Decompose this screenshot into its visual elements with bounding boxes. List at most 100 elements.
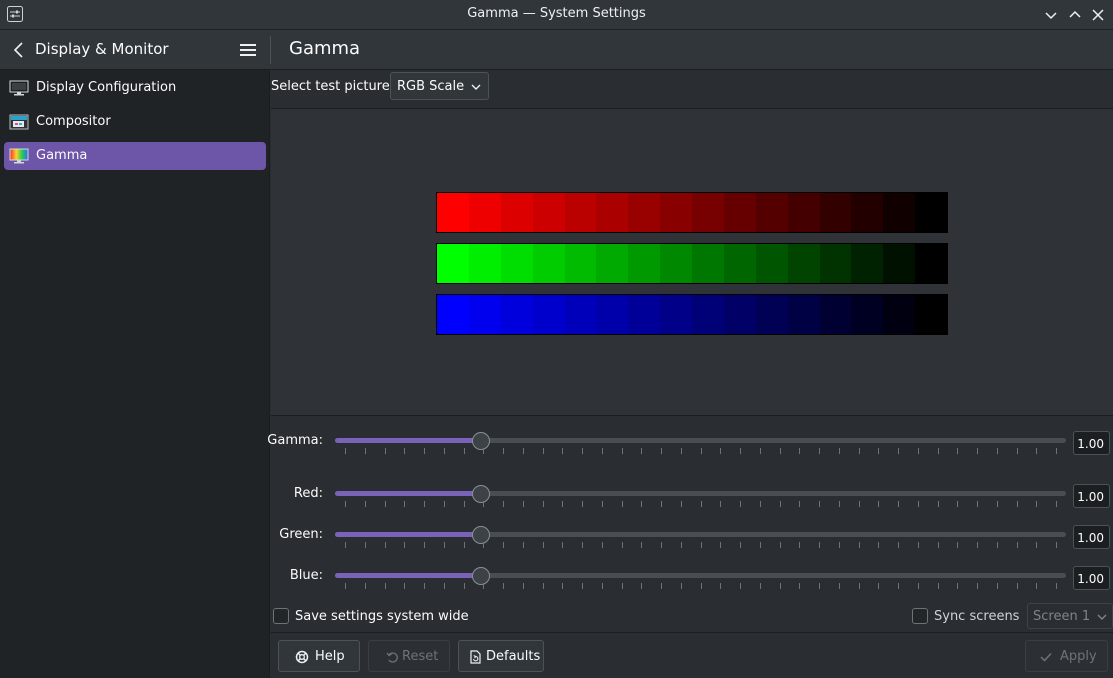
slider-tick — [543, 501, 544, 507]
defaults-button[interactable]: Defaults — [458, 640, 544, 672]
scale-swatch — [787, 295, 820, 334]
gamma-value-box[interactable]: 1.00 — [1073, 431, 1110, 455]
page-title: Gamma — [289, 38, 361, 59]
scale-swatch — [883, 244, 916, 283]
scale-swatch — [692, 244, 724, 283]
scale-swatch — [500, 193, 533, 232]
scale-swatch — [755, 193, 788, 232]
slider-tick — [720, 583, 721, 589]
slider-tick — [582, 583, 583, 589]
slider-tick — [404, 542, 405, 548]
slider-tick — [997, 542, 998, 548]
slider-tick — [582, 501, 583, 507]
blue-value: 1.00 — [1077, 572, 1104, 586]
slider-tick — [562, 501, 563, 507]
slider-tick — [661, 583, 662, 589]
slider-tick — [780, 583, 781, 589]
slider-tick — [1056, 448, 1057, 454]
slider-tick — [602, 448, 603, 454]
slider-tick — [760, 583, 761, 589]
document-revert-icon — [470, 650, 481, 664]
slider-tick — [1056, 501, 1057, 507]
blue-slider-ticks — [335, 581, 1066, 589]
sidebar-item-label: Gamma — [36, 148, 88, 163]
slider-tick — [523, 583, 524, 589]
slider-tick — [957, 448, 958, 454]
slider-tick — [780, 542, 781, 548]
scale-swatch — [755, 295, 788, 334]
red-scale-bar — [436, 192, 948, 233]
slider-tick — [503, 448, 504, 454]
scale-swatch — [915, 295, 947, 334]
slider-tick — [977, 448, 978, 454]
slider-tick — [622, 542, 623, 548]
sync-screens-checkbox[interactable] — [912, 608, 928, 624]
help-button[interactable]: Help — [278, 640, 360, 672]
slider-tick — [701, 448, 702, 454]
close-icon[interactable] — [1088, 5, 1108, 25]
slider-tick — [898, 501, 899, 507]
green-value-box[interactable]: 1.00 — [1073, 525, 1110, 549]
slider-tick — [839, 583, 840, 589]
blue-slider-label: Blue: — [289, 568, 323, 583]
slider-tick — [720, 501, 721, 507]
slider-tick — [799, 583, 800, 589]
slider-tick — [404, 448, 405, 454]
blue-slider-row: Blue: 1.00 — [271, 566, 1113, 596]
save-system-wide-checkbox[interactable] — [273, 608, 289, 624]
slider-tick — [799, 448, 800, 454]
scale-swatch — [819, 244, 852, 283]
scale-swatch — [532, 193, 565, 232]
help-button-label: Help — [315, 649, 345, 664]
slider-tick — [365, 501, 366, 507]
blue-value-box[interactable]: 1.00 — [1073, 566, 1110, 590]
back-arrow-icon[interactable] — [10, 40, 28, 60]
gamma-slider[interactable] — [335, 438, 1066, 443]
sidebar-item-display-configuration[interactable]: Display Configuration — [4, 74, 266, 102]
scale-swatch — [437, 244, 469, 283]
reset-button[interactable]: Reset — [368, 640, 450, 672]
save-system-wide-label[interactable]: Save settings system wide — [295, 609, 469, 624]
slider-tick — [385, 448, 386, 454]
minimize-icon[interactable] — [1041, 5, 1061, 25]
gamma-slider-row: Gamma: 1.00 — [267, 431, 1113, 461]
slider-tick — [977, 542, 978, 548]
help-lifebuoy-icon — [295, 650, 309, 664]
page-header: Display & Monitor Gamma — [0, 30, 1113, 70]
slider-tick — [957, 583, 958, 589]
slider-tick — [503, 542, 504, 548]
scale-swatch — [532, 295, 565, 334]
scale-swatch — [596, 295, 629, 334]
sync-screens-label[interactable]: Sync screens — [934, 609, 1019, 624]
slider-tick — [661, 448, 662, 454]
slider-tick — [385, 583, 386, 589]
red-slider-label: Red: — [293, 486, 323, 501]
slider-tick — [562, 542, 563, 548]
scale-swatch — [596, 244, 629, 283]
scale-swatch — [723, 193, 756, 232]
hamburger-menu-icon[interactable] — [238, 41, 258, 59]
apply-button[interactable]: Apply — [1025, 640, 1108, 672]
slider-tick — [839, 501, 840, 507]
button-bar: Help Reset Defaults Apply — [271, 632, 1113, 678]
sidebar-item-gamma[interactable]: Gamma — [4, 142, 266, 170]
blue-scale-bar — [436, 294, 948, 335]
sidebar-item-compositor[interactable]: Compositor — [4, 108, 266, 136]
screen-select[interactable]: Screen 1 — [1027, 603, 1113, 629]
slider-tick — [878, 542, 879, 548]
scale-swatch — [468, 193, 501, 232]
blue-slider[interactable] — [335, 573, 1066, 578]
slider-tick — [799, 542, 800, 548]
chevron-down-icon — [1097, 614, 1107, 620]
red-slider[interactable] — [335, 491, 1066, 496]
maximize-icon[interactable] — [1065, 5, 1085, 25]
green-slider[interactable] — [335, 532, 1066, 537]
red-slider-ticks — [335, 499, 1066, 507]
slider-tick — [1036, 583, 1037, 589]
slider-tick — [622, 448, 623, 454]
slider-tick — [898, 583, 899, 589]
test-picture-select[interactable]: RGB Scale — [390, 72, 489, 100]
red-value-box[interactable]: 1.00 — [1073, 484, 1110, 508]
sidebar-item-label: Compositor — [36, 114, 111, 129]
slider-tick — [918, 542, 919, 548]
